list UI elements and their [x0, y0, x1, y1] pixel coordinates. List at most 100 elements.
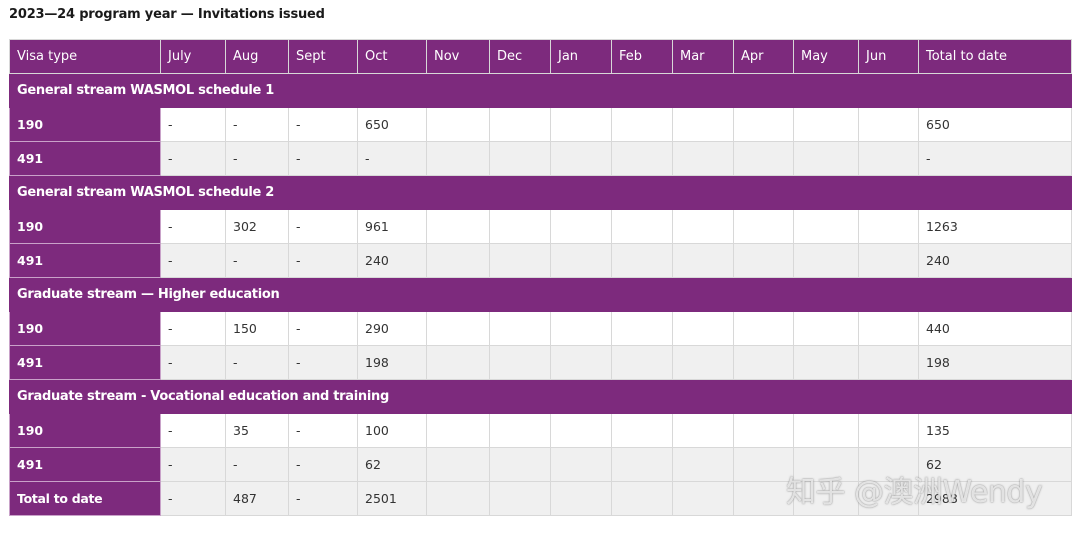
- total-cell: 440: [918, 311, 1072, 346]
- month-value-cell: [489, 413, 551, 448]
- month-value-cell: [426, 311, 490, 346]
- month-value-cell: -: [288, 481, 358, 516]
- month-value-cell: [793, 413, 859, 448]
- month-value-cell: 240: [357, 243, 427, 278]
- month-value-cell: [858, 243, 919, 278]
- total-cell: 1263: [918, 209, 1072, 244]
- month-value-cell: [489, 311, 551, 346]
- month-value-cell: 302: [225, 209, 289, 244]
- month-value-cell: 961: [357, 209, 427, 244]
- table-row: 491- - -62 62: [9, 447, 1072, 482]
- month-value-cell: [672, 209, 734, 244]
- month-value-cell: [733, 345, 794, 380]
- month-value-cell: [611, 447, 673, 482]
- month-value-cell: [858, 107, 919, 142]
- month-value-cell: [733, 107, 794, 142]
- table-row: 190-302-961 1263: [9, 209, 1072, 244]
- month-value-cell: [858, 311, 919, 346]
- month-value-cell: [672, 243, 734, 278]
- month-value-cell: [793, 345, 859, 380]
- month-value-cell: [489, 243, 551, 278]
- month-value-cell: [672, 413, 734, 448]
- total-row: Total to date -487-2501 2988: [9, 481, 1072, 516]
- month-value-cell: [426, 107, 490, 142]
- visa-type-cell: 190: [9, 311, 161, 346]
- column-header: Oct: [357, 39, 427, 74]
- total-cell: 2988: [918, 481, 1072, 516]
- month-value-cell: [550, 243, 612, 278]
- month-value-cell: -: [225, 107, 289, 142]
- month-value-cell: 198: [357, 345, 427, 380]
- month-value-cell: [426, 413, 490, 448]
- month-value-cell: [426, 345, 490, 380]
- month-value-cell: [550, 481, 612, 516]
- month-value-cell: -: [225, 243, 289, 278]
- month-value-cell: 150: [225, 311, 289, 346]
- month-value-cell: 35: [225, 413, 289, 448]
- month-value-cell: -: [288, 243, 358, 278]
- table-row: 190-150-290 440: [9, 311, 1072, 346]
- month-value-cell: 290: [357, 311, 427, 346]
- month-value-cell: -: [288, 447, 358, 482]
- month-value-cell: [550, 141, 612, 176]
- total-row-label: Total to date: [9, 481, 161, 516]
- month-value-cell: [489, 447, 551, 482]
- month-value-cell: [426, 209, 490, 244]
- month-value-cell: [489, 107, 551, 142]
- section-title: Graduate stream — Higher education: [9, 277, 1072, 312]
- month-value-cell: -: [288, 311, 358, 346]
- month-value-cell: -: [357, 141, 427, 176]
- month-value-cell: [672, 311, 734, 346]
- month-value-cell: -: [225, 141, 289, 176]
- month-value-cell: -: [288, 141, 358, 176]
- month-value-cell: -: [160, 447, 226, 482]
- month-value-cell: [793, 209, 859, 244]
- month-value-cell: [733, 481, 794, 516]
- column-header: Aug: [225, 39, 289, 74]
- month-value-cell: [550, 107, 612, 142]
- column-header: Jan: [550, 39, 612, 74]
- visa-type-cell: 190: [9, 107, 161, 142]
- column-header: Total to date: [918, 39, 1072, 74]
- column-header: Feb: [611, 39, 673, 74]
- total-cell: 650: [918, 107, 1072, 142]
- month-value-cell: -: [288, 413, 358, 448]
- table-row: 190- - -650 650: [9, 107, 1072, 142]
- month-value-cell: [611, 243, 673, 278]
- month-value-cell: 100: [357, 413, 427, 448]
- month-value-cell: [489, 345, 551, 380]
- month-value-cell: [793, 481, 859, 516]
- visa-type-cell: 190: [9, 209, 161, 244]
- month-value-cell: -: [160, 243, 226, 278]
- column-header: Dec: [489, 39, 551, 74]
- month-value-cell: [858, 447, 919, 482]
- month-value-cell: [858, 141, 919, 176]
- column-header: May: [793, 39, 859, 74]
- month-value-cell: [672, 107, 734, 142]
- section-title: Graduate stream - Vocational education a…: [9, 379, 1072, 414]
- month-value-cell: [672, 141, 734, 176]
- month-value-cell: [793, 107, 859, 142]
- month-value-cell: -: [225, 345, 289, 380]
- total-cell: 135: [918, 413, 1072, 448]
- section-header-row: General stream WASMOL schedule 2: [9, 175, 1072, 210]
- month-value-cell: [858, 481, 919, 516]
- table-row: 491- - -240 240: [9, 243, 1072, 278]
- column-header: Visa type: [9, 39, 161, 74]
- month-value-cell: -: [160, 311, 226, 346]
- month-value-cell: [733, 447, 794, 482]
- total-cell: -: [918, 141, 1072, 176]
- month-value-cell: 62: [357, 447, 427, 482]
- visa-type-cell: 491: [9, 447, 161, 482]
- month-value-cell: [611, 311, 673, 346]
- month-value-cell: [858, 413, 919, 448]
- month-value-cell: [489, 209, 551, 244]
- month-value-cell: [489, 481, 551, 516]
- month-value-cell: [489, 141, 551, 176]
- month-value-cell: [550, 413, 612, 448]
- month-value-cell: -: [160, 413, 226, 448]
- month-value-cell: [793, 243, 859, 278]
- month-value-cell: [793, 447, 859, 482]
- month-value-cell: [733, 209, 794, 244]
- visa-type-cell: 491: [9, 141, 161, 176]
